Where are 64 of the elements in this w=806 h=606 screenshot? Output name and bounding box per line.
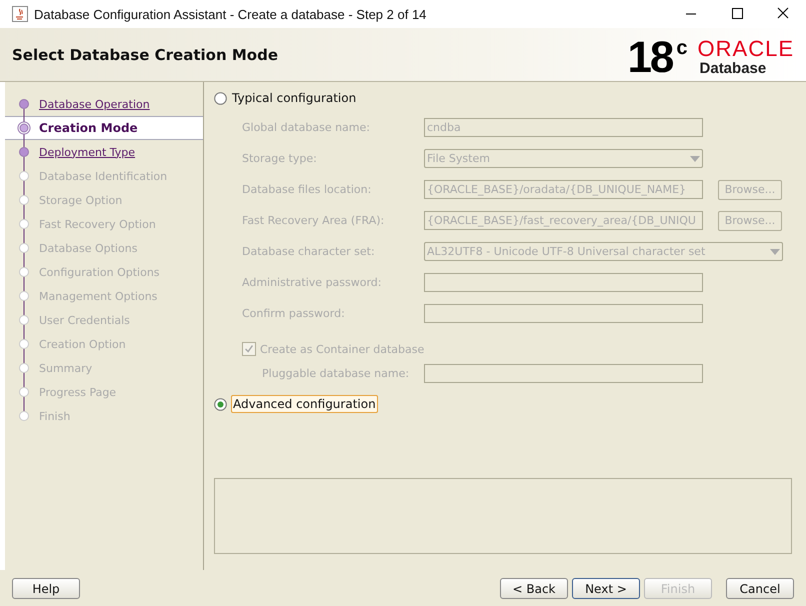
field-label: Confirm password:: [242, 307, 346, 320]
logo-product: Database: [700, 60, 766, 76]
step-row-highlight[interactable]: Storage Option: [5, 188, 203, 212]
dropdown[interactable]: File System: [424, 149, 703, 168]
step-row-highlight[interactable]: Database Identification: [5, 164, 203, 188]
step-label: Summary: [39, 362, 92, 374]
field-label: Database files location:: [242, 183, 372, 196]
step-label: User Credentials: [39, 314, 130, 326]
step-row-highlight[interactable]: Database Options: [5, 236, 203, 260]
step-row-highlight[interactable]: Summary: [5, 356, 203, 380]
step-label: Database Identification: [39, 170, 168, 182]
step-label: Fast Recovery Option: [39, 218, 156, 230]
input-field[interactable]: {ORACLE_BASE}/oradata/{DB_UNIQUE_NAME}: [424, 180, 703, 199]
step-row-highlight[interactable]: User Credentials: [5, 308, 203, 332]
step-label: Database Options: [39, 242, 138, 254]
step-label: Progress Page: [39, 386, 116, 398]
field-label: Global database name:: [242, 121, 371, 134]
field-label: Fast Recovery Area (FRA):: [242, 214, 386, 227]
step-label: Management Options: [39, 290, 158, 302]
logo-superscript: c: [676, 38, 688, 58]
input-field[interactable]: {ORACLE_BASE}/fast_recovery_area/{DB_UNIQU: [424, 211, 703, 230]
step-row-highlight[interactable]: Configuration Options: [5, 260, 203, 284]
step-row-highlight[interactable]: Deployment Type: [5, 140, 203, 164]
step-label: Creation Option: [39, 338, 126, 350]
input-field[interactable]: [424, 273, 703, 292]
browse-button[interactable]: Browse...: [718, 210, 782, 230]
page-heading: Select Database Creation Mode: [12, 46, 279, 64]
dropdown-caret-icon: [690, 156, 700, 162]
step-label: Deployment Type: [39, 146, 136, 158]
checkbox[interactable]: [242, 342, 256, 356]
dropdown-caret-icon: [770, 248, 780, 254]
step-label: Database Operation: [39, 98, 150, 110]
dialog-button[interactable]: Help: [12, 578, 80, 599]
step-row-highlight[interactable]: Progress Page: [5, 380, 203, 404]
step-row-highlight[interactable]: Finish: [5, 404, 203, 428]
step-row-highlight[interactable]: Database Operation: [5, 92, 203, 116]
field-label: Database character set:: [242, 245, 376, 258]
step-label: Finish: [39, 410, 70, 422]
step-row-highlight[interactable]: Creation Mode: [5, 116, 203, 140]
dialog-button[interactable]: < Back: [500, 578, 568, 599]
window-title: Database Configuration Assistant - Create a database - Step 2 of 14: [34, 6, 428, 22]
browse-button[interactable]: Browse...: [718, 180, 782, 200]
field-label: Pluggable database name:: [262, 366, 410, 380]
radio-button[interactable]: [214, 92, 227, 104]
step-label: Creation Mode: [39, 121, 138, 135]
step-row-highlight[interactable]: Fast Recovery Option: [5, 212, 203, 236]
checkbox-label: Create as Container database: [260, 342, 424, 356]
radio-label: Typical configuration: [231, 90, 358, 106]
dialog-button[interactable]: Cancel: [726, 578, 794, 599]
dialog-button[interactable]: Next >: [572, 578, 640, 599]
input-field[interactable]: cndba: [424, 118, 703, 137]
step-row-highlight[interactable]: Management Options: [5, 284, 203, 308]
step-label: Configuration Options: [39, 266, 160, 278]
step-label: Storage Option: [39, 194, 122, 206]
dropdown[interactable]: AL32UTF8 - Unicode UTF-8 Universal character set: [424, 242, 783, 261]
step-row-highlight[interactable]: Creation Option: [5, 332, 203, 356]
radio-button[interactable]: [214, 398, 227, 410]
field-label: Administrative password:: [242, 276, 382, 289]
input-field[interactable]: [424, 364, 703, 382]
logo-version: 18: [627, 38, 672, 78]
field-label: Storage type:: [242, 152, 318, 165]
input-field[interactable]: [424, 304, 703, 323]
logo-brand: ORACLE: [698, 38, 794, 60]
radio-label: Advanced configuration: [231, 395, 378, 413]
